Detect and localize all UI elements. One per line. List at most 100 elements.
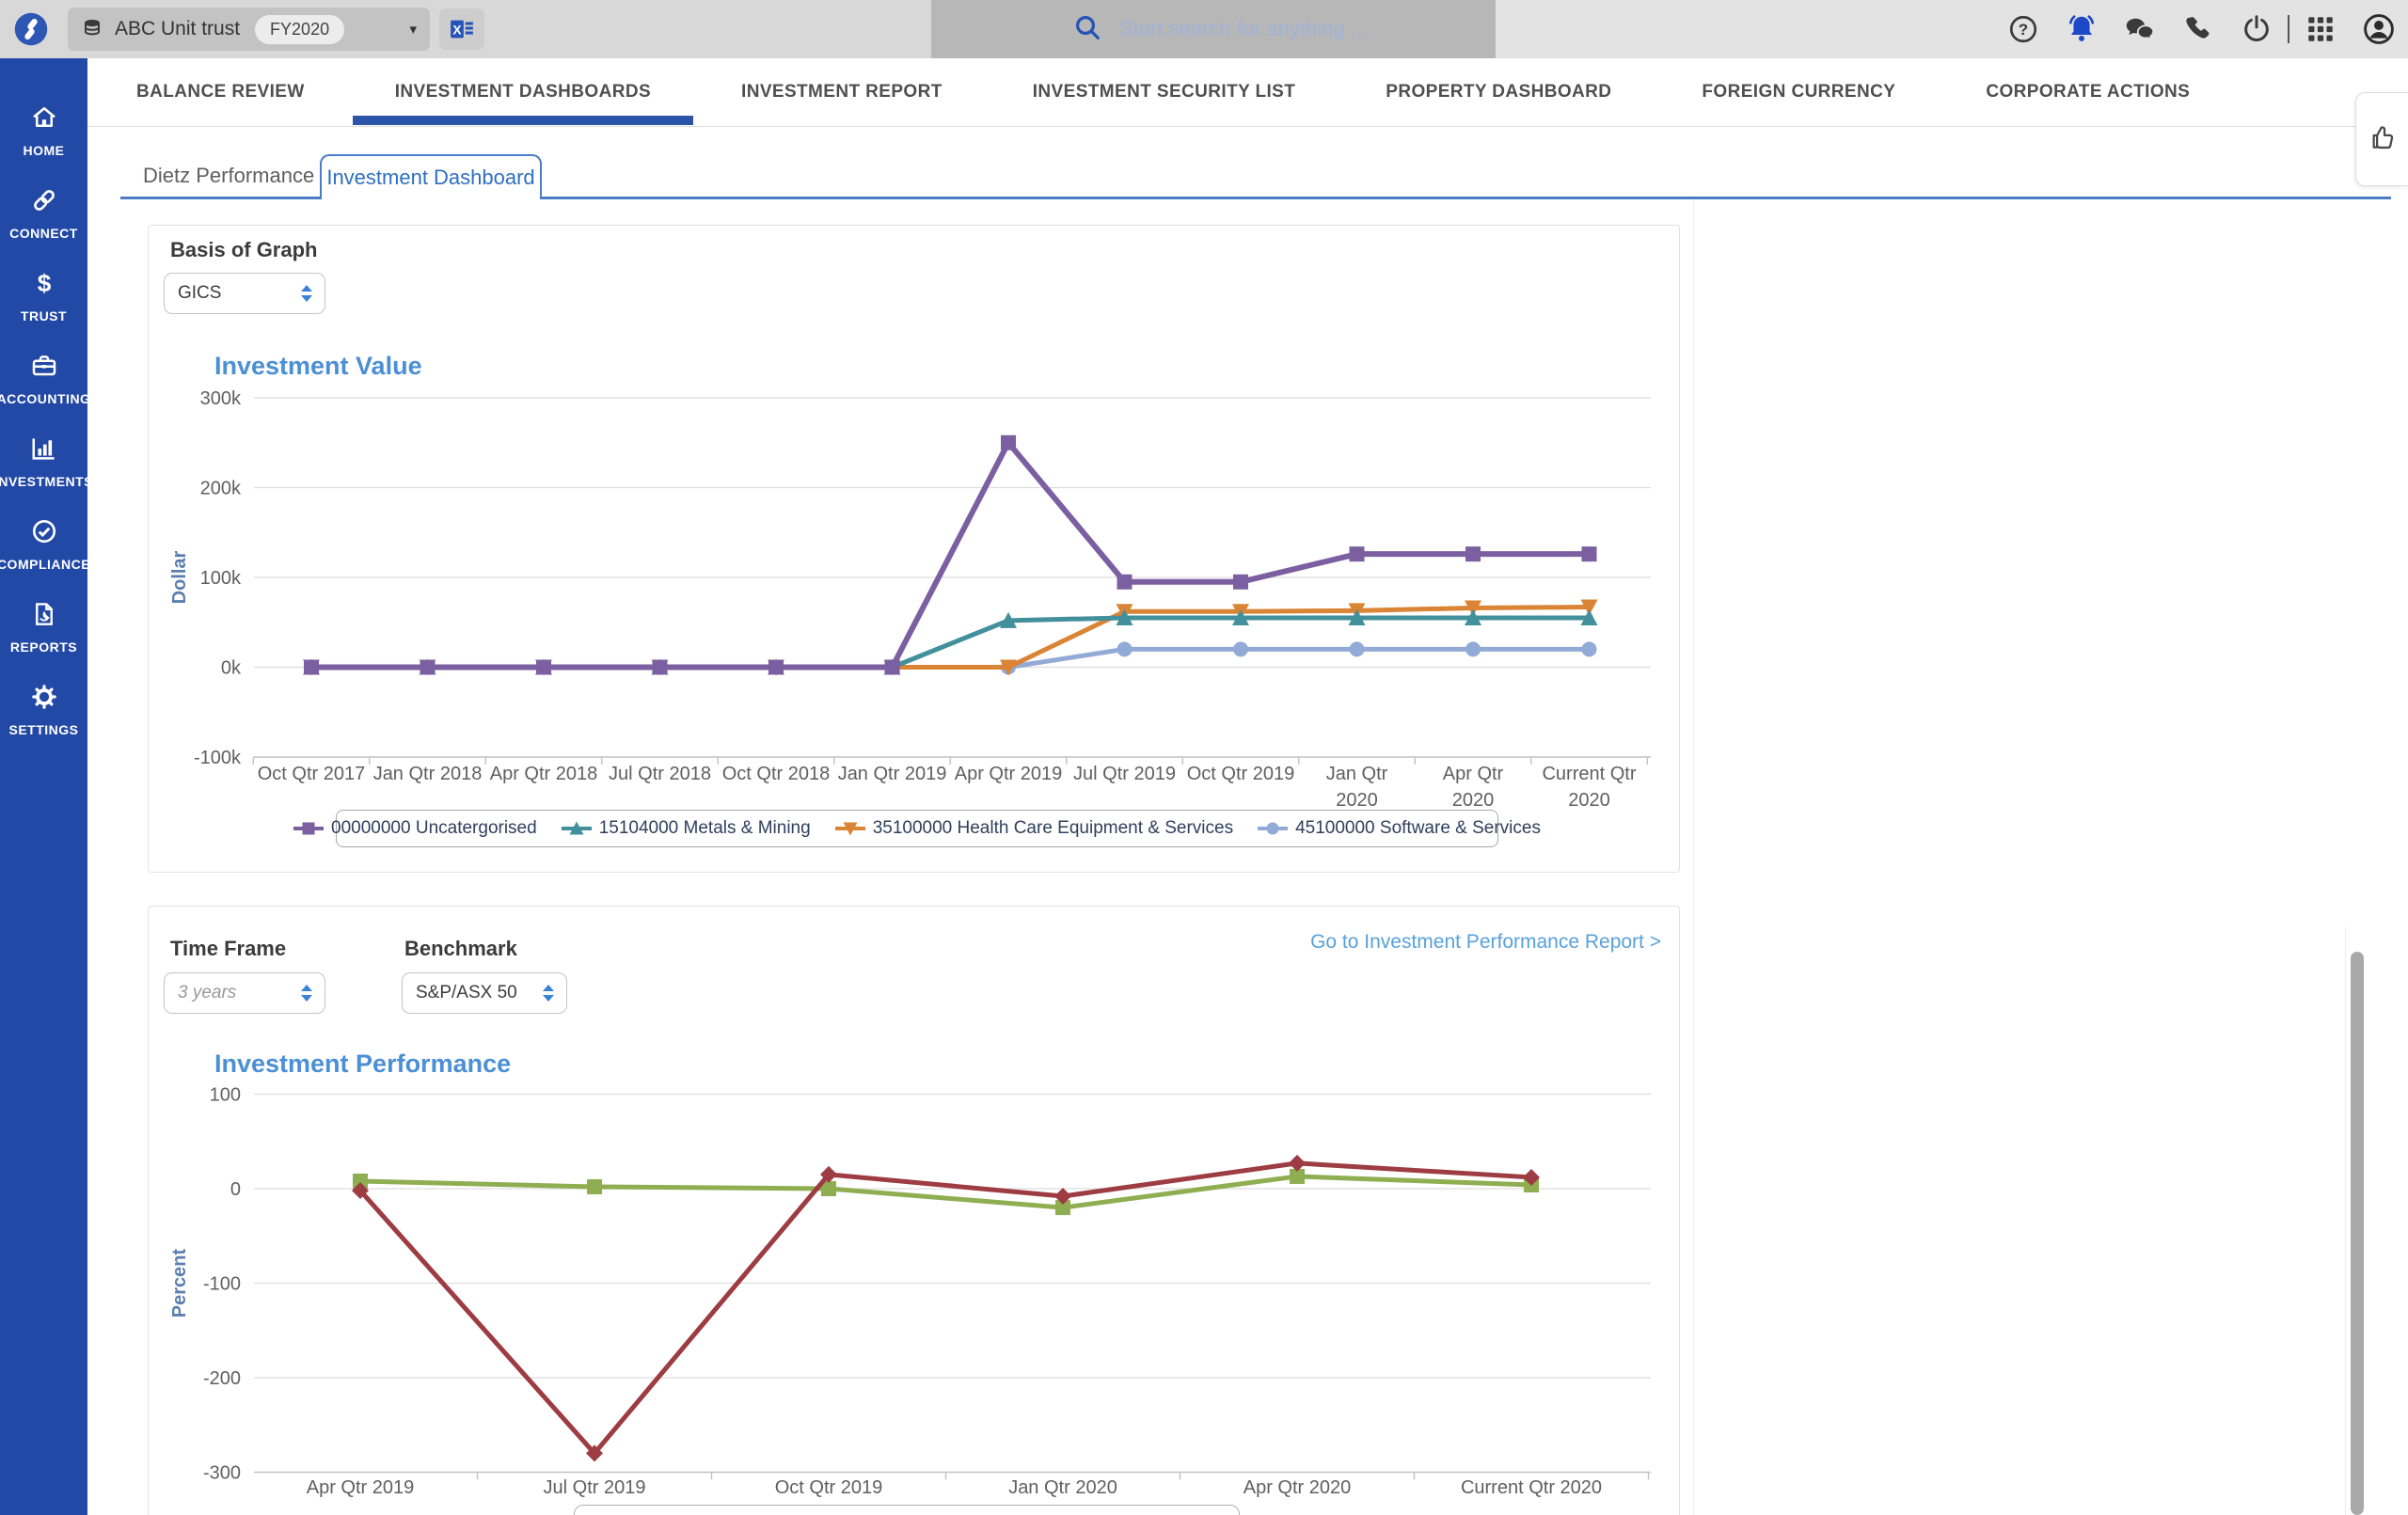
excel-export-button[interactable]: X <box>439 8 484 50</box>
sidebar-item-label: REPORTS <box>10 639 77 655</box>
feedback-button[interactable] <box>2355 92 2408 186</box>
sidebar-item-label: ACCOUNTING <box>0 391 90 406</box>
svg-text:Current Qtr 2020: Current Qtr 2020 <box>1461 1477 1602 1498</box>
svg-text:100k: 100k <box>200 568 242 589</box>
svg-text:Jan Qtr 2019: Jan Qtr 2019 <box>838 764 947 784</box>
scrollbar[interactable] <box>2351 952 2364 1515</box>
svg-text:-300: -300 <box>203 1463 241 1484</box>
home-icon <box>30 103 58 136</box>
sidebar-item-label: CONNECT <box>9 226 78 241</box>
entity-year-badge: FY2020 <box>255 15 344 44</box>
settings-icon <box>30 683 58 716</box>
power-icon[interactable] <box>2227 0 2286 58</box>
svg-text:Apr Qtr2020: Apr Qtr2020 <box>1443 764 1504 811</box>
tab-investment-dashboard[interactable]: Investment Dashboard <box>320 154 542 199</box>
legend-item[interactable]: 35100000 Health Care Equipment & Service… <box>835 818 1233 839</box>
investment-value-chart: 300k 200k 100k 0k -100k Oct Qtr 2017 Jan Qtr 2… <box>141 376 1670 818</box>
benchmark-select[interactable]: S&P/ASX 50 <box>402 972 567 1014</box>
legend-label: 35100000 Health Care Equipment & Service… <box>873 818 1233 839</box>
svg-text:-100k: -100k <box>194 748 242 768</box>
global-search[interactable]: Start search for anything ... <box>1072 0 1368 58</box>
sidebar-item-accounting[interactable]: ACCOUNTING <box>0 338 87 420</box>
compliance-icon <box>30 517 58 550</box>
basis-of-graph-label: Basis of Graph <box>170 238 317 262</box>
sidebar-item-home[interactable]: HOME <box>0 89 87 172</box>
profile-icon[interactable] <box>2350 0 2408 58</box>
legend-item[interactable]: 45100000 Software & Services <box>1258 818 1541 839</box>
tab-dietz-performance[interactable]: Dietz Performance <box>143 164 314 188</box>
sidebar-item-label: TRUST <box>21 308 67 324</box>
svg-text:Current Qtr2020: Current Qtr2020 <box>1542 764 1636 811</box>
sidebar-item-connect[interactable]: CONNECT <box>0 172 87 255</box>
tab-investment-security-list[interactable]: INVESTMENT SECURITY LIST <box>1033 58 1296 126</box>
svg-text:Jan Qtr 2018: Jan Qtr 2018 <box>373 764 483 784</box>
investments-icon <box>30 434 58 467</box>
svg-text:Apr Qtr 2019: Apr Qtr 2019 <box>307 1477 415 1498</box>
topbar-divider <box>2288 15 2289 43</box>
svg-text:Oct Qtr 2019: Oct Qtr 2019 <box>775 1477 883 1498</box>
svg-text:100: 100 <box>210 1085 241 1106</box>
svg-text:Jul Qtr 2018: Jul Qtr 2018 <box>609 764 711 784</box>
benchmark-label: Benchmark <box>404 937 517 961</box>
svg-text:Percent: Percent <box>169 1248 190 1318</box>
svg-text:Oct Qtr 2018: Oct Qtr 2018 <box>722 764 831 784</box>
tab-balance-review[interactable]: BALANCE REVIEW <box>136 58 305 126</box>
benchmark-value: S&P/ASX 50 <box>416 983 517 1003</box>
time-frame-label: Time Frame <box>170 937 286 961</box>
select-stepper-icon <box>543 985 554 1002</box>
value-chart-legend: 00000000 Uncatergorised15104000 Metals &… <box>336 810 1498 847</box>
svg-text:0k: 0k <box>221 658 242 679</box>
svg-text:?: ? <box>2019 21 2028 39</box>
svg-text:Jul Qtr 2019: Jul Qtr 2019 <box>1073 764 1176 784</box>
phone-icon[interactable] <box>2169 0 2227 58</box>
svg-text:Jul Qtr 2019: Jul Qtr 2019 <box>544 1477 646 1498</box>
svg-text:Jan Qtr 2020: Jan Qtr 2020 <box>1008 1477 1117 1498</box>
sidebar-item-settings[interactable]: SETTINGS <box>0 669 87 751</box>
class-logo <box>14 12 48 46</box>
help-icon[interactable]: ? <box>1994 0 2052 58</box>
sidebar-item-reports[interactable]: REPORTS <box>0 586 87 669</box>
topbar: ABC Unit trust FY2020 ▾ X Start search f… <box>0 0 2408 58</box>
scrollbar-track <box>2345 926 2346 1515</box>
entity-selector[interactable]: ABC Unit trust FY2020 ▾ <box>68 8 430 51</box>
apps-grid-icon[interactable] <box>2291 0 2350 58</box>
svg-text:Apr Qtr 2019: Apr Qtr 2019 <box>955 764 1063 784</box>
sidebar-item-label: COMPLIANCE <box>0 557 90 572</box>
tab-property-dashboard[interactable]: PROPERTY DASHBOARD <box>1386 58 1611 126</box>
topbar-icons: ? <box>1994 0 2408 58</box>
svg-text:-100: -100 <box>203 1274 241 1295</box>
tab-corporate-actions[interactable]: CORPORATE ACTIONS <box>1986 58 2190 126</box>
tab-investment-report[interactable]: INVESTMENT REPORT <box>741 58 943 126</box>
svg-text:Dollar: Dollar <box>169 550 190 604</box>
chevron-down-icon: ▾ <box>409 21 417 38</box>
svg-text:Apr Qtr 2020: Apr Qtr 2020 <box>1244 1477 1352 1498</box>
entity-name: ABC Unit trust <box>115 18 240 40</box>
content-edge-line <box>1693 198 1694 1515</box>
sidebar-item-compliance[interactable]: COMPLIANCE <box>0 503 87 586</box>
search-icon <box>1072 12 1102 47</box>
basis-of-graph-value: GICS <box>178 283 221 304</box>
sidebar-item-trust[interactable]: $TRUST <box>0 255 87 338</box>
svg-text:Apr Qtr 2018: Apr Qtr 2018 <box>490 764 598 784</box>
legend-item[interactable]: 00000000 Uncatergorised <box>293 818 537 839</box>
messages-icon[interactable] <box>2111 0 2169 58</box>
sidebar: HOME CONNECT $TRUST ACCOUNTING INVESTMENTS CO… <box>0 58 87 1515</box>
sidebar-item-investments[interactable]: INVESTMENTS <box>0 420 87 503</box>
tab-investment-dashboards[interactable]: INVESTMENT DASHBOARDS <box>395 58 651 126</box>
notifications-icon[interactable] <box>2052 0 2111 58</box>
select-stepper-icon <box>301 285 312 302</box>
time-frame-select[interactable]: 3 years <box>164 972 325 1014</box>
legend-item[interactable]: 15104000 Metals & Mining <box>562 818 811 839</box>
svg-text:Oct Qtr 2017: Oct Qtr 2017 <box>258 764 366 784</box>
reports-icon <box>30 600 58 633</box>
svg-text:200k: 200k <box>200 479 242 499</box>
thumbs-up-icon <box>2368 122 2398 157</box>
performance-report-link[interactable]: Go to Investment Performance Report > <box>1223 931 1661 954</box>
tab-foreign-currency[interactable]: FOREIGN CURRENCY <box>1702 58 1895 126</box>
legend-label: 15104000 Metals & Mining <box>599 818 811 839</box>
svg-text:300k: 300k <box>200 388 242 409</box>
legend-label: 00000000 Uncatergorised <box>331 818 537 839</box>
svg-text:X: X <box>452 23 462 37</box>
svg-text:-200: -200 <box>203 1368 241 1389</box>
basis-of-graph-select[interactable]: GICS <box>164 273 325 314</box>
